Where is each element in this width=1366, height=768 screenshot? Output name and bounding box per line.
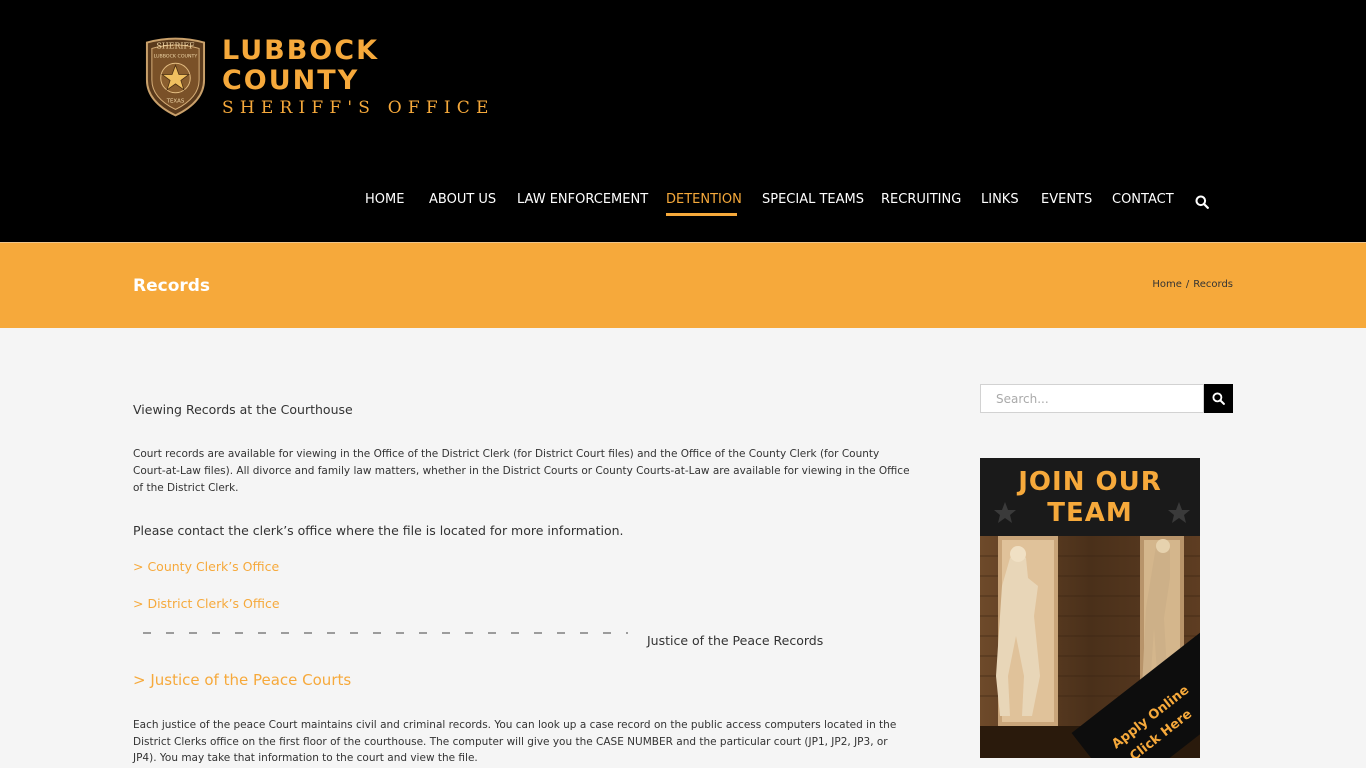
contact-clerk-text: Please contact the clerk’s office where … (133, 523, 624, 538)
nav-law-enforcement[interactable]: LAW ENFORCEMENT (517, 190, 648, 210)
site-logo[interactable]: SHERIFF LUBBOCK COUNTY TEXAS LUBBOCK COU… (143, 36, 523, 118)
jp-records-paragraph: Each justice of the peace Court maintain… (133, 719, 897, 764)
district-clerk-link[interactable]: > District Clerk’s Office (133, 596, 280, 611)
nav-detention[interactable]: DETENTION (666, 190, 742, 210)
courthouse-heading: Viewing Records at the Courthouse (133, 402, 353, 417)
banner-line2: TEAM (1047, 498, 1133, 528)
jp-records-heading: Justice of the Peace Records (647, 633, 824, 648)
sidebar-search (980, 384, 1233, 413)
banner-line1: JOIN OUR (1018, 467, 1162, 497)
svg-text:TEXAS: TEXAS (166, 99, 185, 105)
nav-home[interactable]: HOME (365, 190, 404, 210)
nav-special-teams[interactable]: SPECIAL TEAMS (762, 190, 864, 210)
nav-links[interactable]: LINKS (981, 190, 1019, 210)
dashed-divider (143, 622, 628, 636)
search-icon (1212, 392, 1225, 405)
nav-about-us[interactable]: ABOUT US (429, 190, 496, 210)
nav-search-icon[interactable] (1195, 194, 1209, 209)
breadcrumb: Home / Records (1152, 279, 1233, 290)
breadcrumb-separator: / (1185, 279, 1190, 290)
court-records-paragraph: Court records are available for viewing … (133, 448, 910, 494)
logo-title: LUBBOCK COUNTY (221, 35, 379, 96)
site-header: SHERIFF LUBBOCK COUNTY TEXAS LUBBOCK COU… (0, 0, 1366, 242)
join-team-banner[interactable]: JOIN OUR TEAM Apply Online Click Here (980, 458, 1200, 758)
breadcrumb-home[interactable]: Home (1152, 279, 1182, 290)
breadcrumb-current: Records (1193, 279, 1233, 290)
county-clerk-link[interactable]: > County Clerk’s Office (133, 559, 279, 574)
page-title: Records (133, 276, 211, 296)
banner-header: JOIN OUR TEAM (980, 458, 1200, 536)
search-button[interactable] (1204, 384, 1233, 413)
nav-active-indicator (666, 213, 737, 216)
jp-courts-link[interactable]: > Justice of the Peace Courts (133, 671, 351, 689)
page-title-bar: Records Home / Records (0, 242, 1366, 328)
logo-subtitle: SHERIFF'S OFFICE (221, 98, 495, 118)
nav-recruiting[interactable]: RECRUITING (881, 190, 961, 210)
svg-text:SHERIFF: SHERIFF (157, 41, 195, 50)
sheriff-badge-icon: SHERIFF LUBBOCK COUNTY TEXAS (145, 37, 206, 117)
logo-text: LUBBOCK COUNTY SHERIFF'S OFFICE (221, 35, 523, 119)
nav-contact[interactable]: CONTACT (1112, 190, 1174, 210)
search-input[interactable] (980, 384, 1204, 413)
nav-events[interactable]: EVENTS (1041, 190, 1092, 210)
svg-text:LUBBOCK COUNTY: LUBBOCK COUNTY (154, 53, 198, 59)
